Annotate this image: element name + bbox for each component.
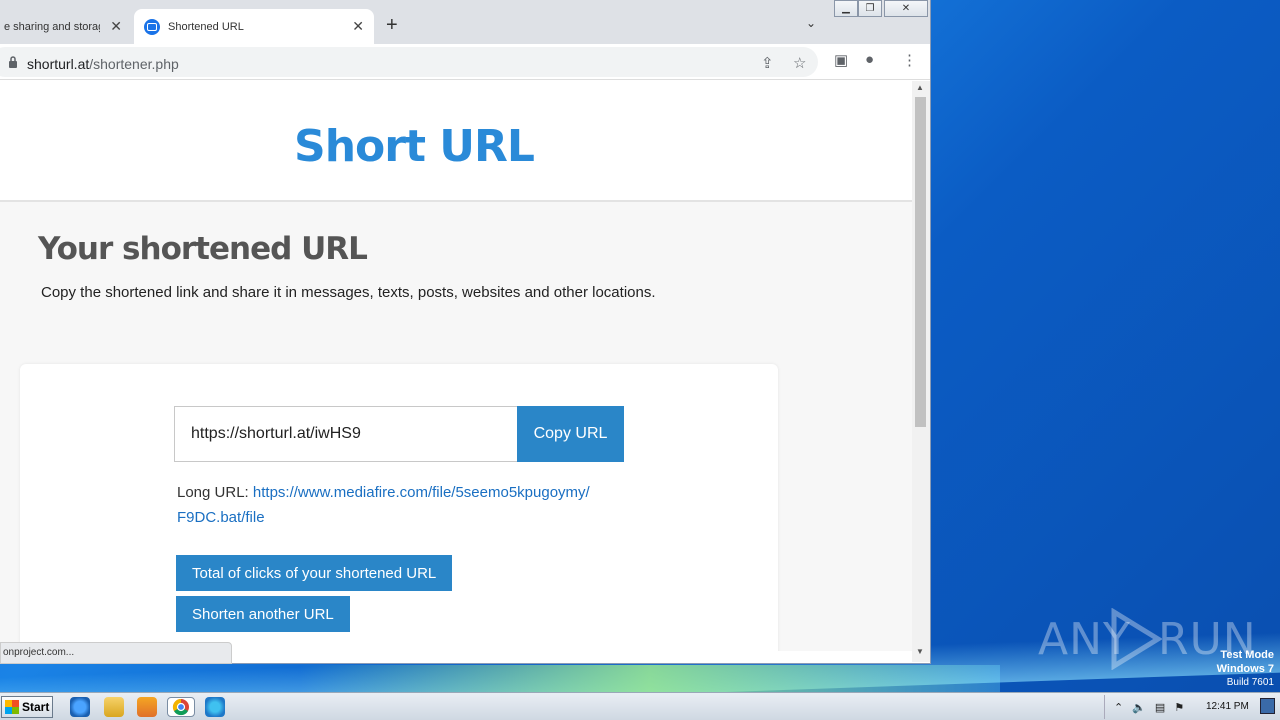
page-viewport: Short URL Your shortened URL Copy the sh…	[0, 81, 912, 651]
shorten-another-button[interactable]: Shorten another URL	[176, 596, 350, 632]
window-controls: ▁ ❐ ✕	[834, 0, 928, 17]
network-icon[interactable]: ▤	[1155, 701, 1165, 714]
tab-title: Shortened URL	[168, 20, 244, 33]
side-panel-icon[interactable]: ▣	[834, 51, 848, 69]
share-icon[interactable]: ⇪	[761, 54, 774, 72]
long-url-label: Long URL:	[177, 484, 249, 501]
favicon-icon	[144, 18, 160, 35]
test-mode-label: Test Mode	[1220, 649, 1274, 661]
play-icon	[1111, 608, 1162, 670]
show-desktop-button[interactable]	[1260, 698, 1275, 714]
anyrun-watermark: ANY RUN	[1038, 608, 1256, 674]
result-card: Copy URL Long URL: https://www.mediafire…	[20, 364, 778, 651]
volume-icon[interactable]: 🔈	[1132, 701, 1146, 714]
minimize-button[interactable]: ▁	[834, 0, 858, 17]
url-text: shorturl.at/shortener.php	[27, 56, 179, 72]
close-icon[interactable]: ✕	[110, 18, 122, 35]
status-bubble: onproject.com...	[0, 642, 232, 664]
long-url-line2: F9DC.bat/file	[177, 509, 265, 526]
build-label: Build 7601	[1226, 677, 1274, 688]
os-info: Test Mode Windows 7 Build 7601	[1217, 648, 1274, 690]
start-button[interactable]: Start	[1, 696, 53, 718]
chrome-icon[interactable]	[167, 697, 195, 717]
windows-version-label: Windows 7	[1216, 663, 1274, 675]
browser-toolbar: shorturl.at/shortener.php ⇪ ☆ ▣ ● ⋮	[0, 44, 930, 80]
tab-file-sharing[interactable]: e sharing and storage r ✕	[0, 9, 132, 44]
address-bar[interactable]: shorturl.at/shortener.php ⇪ ☆	[0, 47, 818, 77]
chevron-down-icon[interactable]: ⌄	[806, 16, 816, 30]
url-domain: shorturl.at	[27, 56, 90, 72]
close-icon[interactable]: ✕	[352, 18, 364, 35]
copy-url-button[interactable]: Copy URL	[517, 406, 624, 462]
menu-icon[interactable]: ⋮	[902, 51, 917, 69]
tab-title: e sharing and storage r	[4, 20, 100, 33]
short-url-field[interactable]	[174, 406, 518, 462]
close-window-button[interactable]: ✕	[884, 0, 928, 17]
wallpaper-glow	[300, 665, 1000, 692]
chrome-logo	[172, 698, 189, 716]
edge-icon[interactable]	[205, 697, 225, 717]
page-title: Your shortened URL	[38, 231, 368, 267]
action-center-flag-icon[interactable]: ⚑	[1174, 701, 1184, 714]
folder-icon[interactable]	[104, 697, 124, 717]
site-logo[interactable]: Short URL	[294, 121, 535, 172]
tray-expand-icon[interactable]: ⌃	[1114, 701, 1123, 714]
lock-icon	[9, 56, 17, 68]
scroll-down-icon[interactable]: ▼	[916, 647, 924, 656]
long-url-line1: https://www.mediafire.com/file/5seemo5kp…	[252, 484, 590, 501]
page-description: Copy the shortened link and share it in …	[41, 284, 656, 301]
star-icon[interactable]: ☆	[793, 54, 806, 72]
restore-button[interactable]: ❐	[858, 0, 882, 17]
internet-explorer-icon[interactable]	[70, 697, 90, 717]
site-header: Short URL	[0, 81, 912, 202]
url-path: /shortener.php	[89, 56, 179, 72]
total-clicks-button[interactable]: Total of clicks of your shortened URL	[176, 555, 453, 591]
taskbar: Start ⌃ 🔈 ▤ ⚑ 12:41 PM	[0, 692, 1280, 720]
tab-strip: e sharing and storage r ✕ Shortened URL …	[0, 0, 930, 44]
start-label: Start	[22, 700, 50, 714]
windows-flag-icon	[5, 700, 19, 714]
scroll-up-icon[interactable]: ▲	[916, 83, 924, 92]
vertical-scrollbar[interactable]: ▲ ▼	[912, 81, 930, 662]
tab-shortened-url[interactable]: Shortened URL ✕	[134, 9, 374, 44]
browser-window: e sharing and storage r ✕ Shortened URL …	[0, 0, 931, 664]
profile-icon[interactable]: ●	[865, 51, 874, 68]
long-url-block: Long URL: https://www.mediafire.com/file…	[177, 480, 637, 530]
new-tab-icon[interactable]: +	[386, 14, 398, 37]
media-player-icon[interactable]	[137, 697, 157, 717]
scroll-thumb[interactable]	[915, 97, 926, 427]
clock[interactable]: 12:41 PM	[1206, 701, 1249, 712]
